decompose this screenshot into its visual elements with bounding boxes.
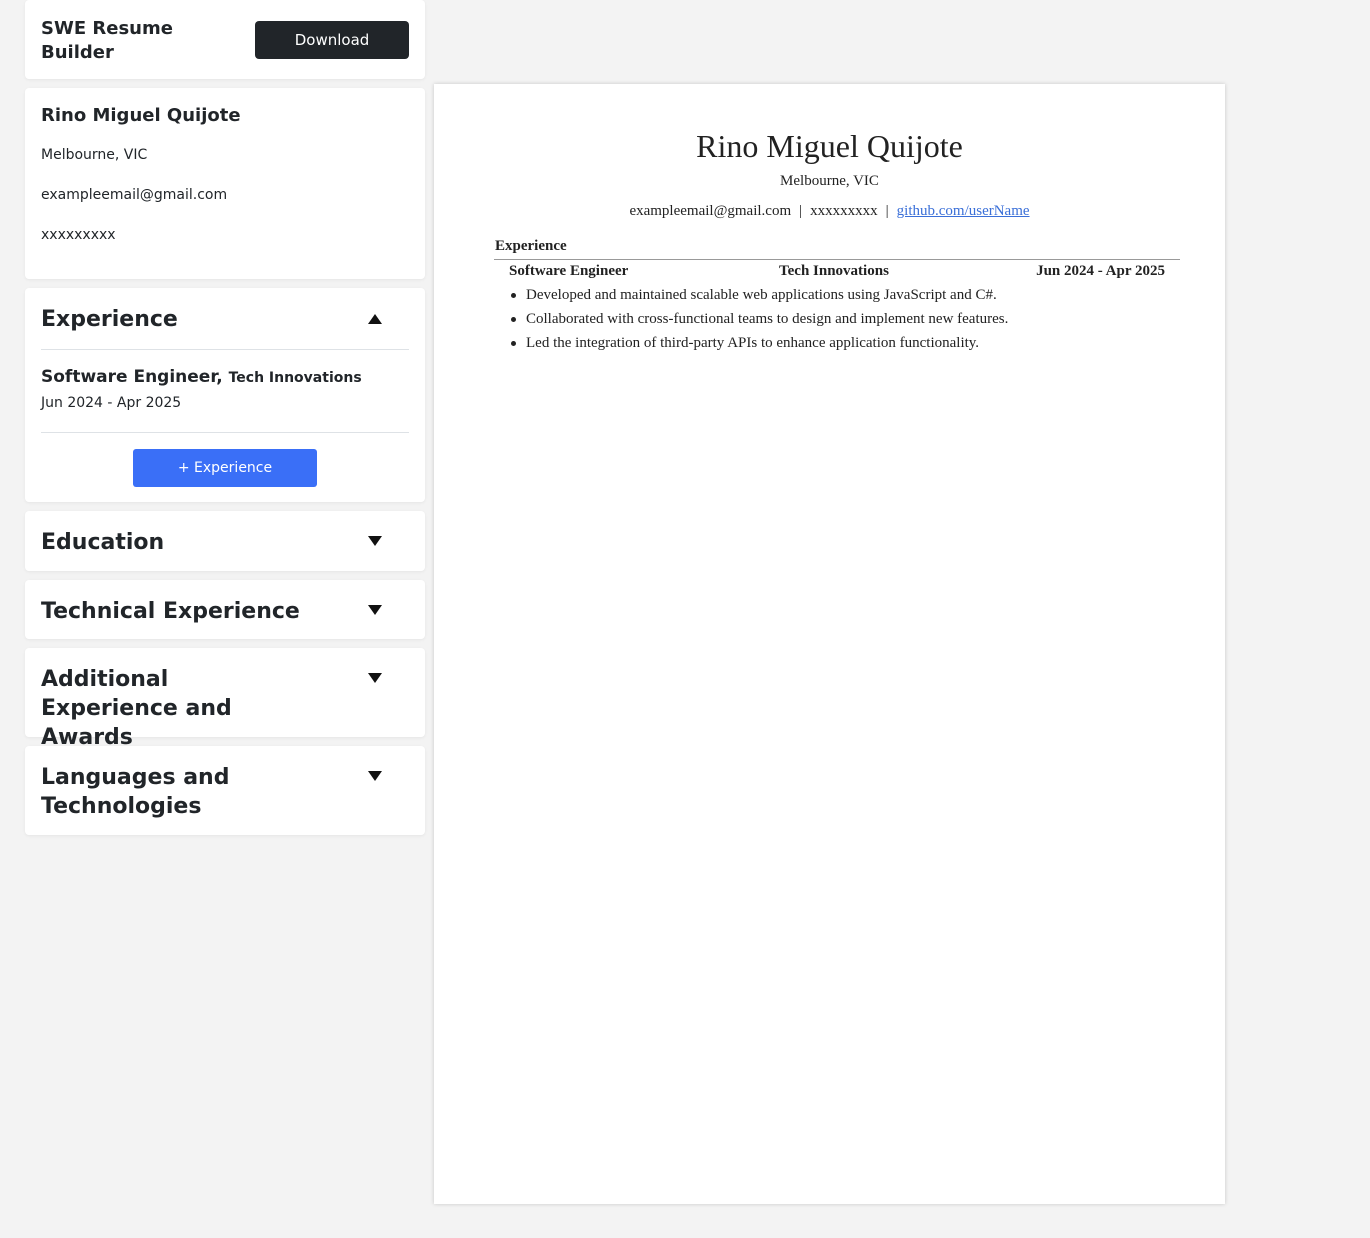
education-section[interactable]: Education	[25, 511, 425, 571]
separator: |	[799, 203, 803, 219]
additional-experience-section[interactable]: Additional Experience and Awards	[25, 648, 425, 750]
experience-item-role[interactable]: Software Engineer, Tech Innovations	[41, 367, 362, 387]
divider	[41, 349, 409, 350]
separator: |	[885, 203, 889, 219]
personal-email[interactable]: exampleemail@gmail.com	[41, 187, 227, 203]
resume-preview: Rino Miguel Quijote Melbourne, VIC examp…	[434, 84, 1225, 1204]
additional-experience-section-title: Additional Experience and Awards	[41, 667, 232, 750]
resume-phone: xxxxxxxxx	[810, 203, 878, 219]
add-experience-button[interactable]: + Experience	[133, 449, 317, 487]
resume-job-company: Tech Innovations	[779, 263, 889, 279]
languages-technologies-section-title: Languages and Technologies	[41, 765, 230, 819]
resume-job-title: Software Engineer	[509, 263, 629, 279]
resume-experience-heading: Experience	[495, 238, 567, 254]
personal-name[interactable]: Rino Miguel Quijote	[41, 105, 241, 126]
resume-section-rule	[494, 259, 1180, 260]
resume-job-header: Software Engineer Tech Innovations Jun 2…	[509, 263, 1165, 283]
resume-bullet: Developed and maintained scalable web ap…	[510, 283, 1008, 307]
experience-item-company: Tech Innovations	[228, 370, 362, 386]
personal-location[interactable]: Melbourne, VIC	[41, 147, 147, 163]
divider	[41, 432, 409, 433]
resume-job-dates: Jun 2024 - Apr 2025	[1036, 263, 1165, 279]
app-title: SWE Resume Builder	[41, 18, 173, 63]
technical-experience-section[interactable]: Technical Experience	[25, 580, 425, 639]
languages-technologies-section[interactable]: Languages and Technologies	[25, 746, 425, 835]
header-card: SWE Resume Builder Download	[25, 0, 425, 79]
personal-phone[interactable]: xxxxxxxxx	[41, 227, 116, 243]
download-button[interactable]: Download	[255, 21, 409, 59]
resume-contact-line: exampleemail@gmail.com | xxxxxxxxx | github.…	[434, 203, 1225, 220]
triangle-up-icon[interactable]	[365, 309, 385, 329]
triangle-down-icon[interactable]	[365, 668, 385, 688]
personal-info-card: Rino Miguel Quijote Melbourne, VIC examp…	[25, 88, 425, 279]
triangle-down-icon[interactable]	[365, 766, 385, 786]
triangle-down-icon[interactable]	[365, 531, 385, 551]
experience-section-title[interactable]: Experience	[41, 305, 178, 334]
education-section-title: Education	[41, 530, 165, 555]
triangle-down-icon[interactable]	[365, 600, 385, 620]
resume-github-link[interactable]: github.com/userName	[897, 203, 1030, 219]
resume-bullet: Collaborated with cross-functional teams…	[510, 307, 1008, 331]
technical-experience-section-title: Technical Experience	[41, 599, 300, 624]
experience-section: Experience Software Engineer, Tech Innov…	[25, 288, 425, 502]
resume-email: exampleemail@gmail.com	[629, 203, 792, 219]
resume-job-bullets: Developed and maintained scalable web ap…	[510, 283, 1008, 355]
resume-bullet: Led the integration of third-party APIs …	[510, 331, 1008, 355]
resume-name: Rino Miguel Quijote	[696, 128, 963, 164]
experience-item-dates: Jun 2024 - Apr 2025	[41, 395, 182, 411]
experience-item-role-text: Software Engineer,	[41, 367, 223, 387]
resume-location: Melbourne, VIC	[780, 173, 879, 189]
